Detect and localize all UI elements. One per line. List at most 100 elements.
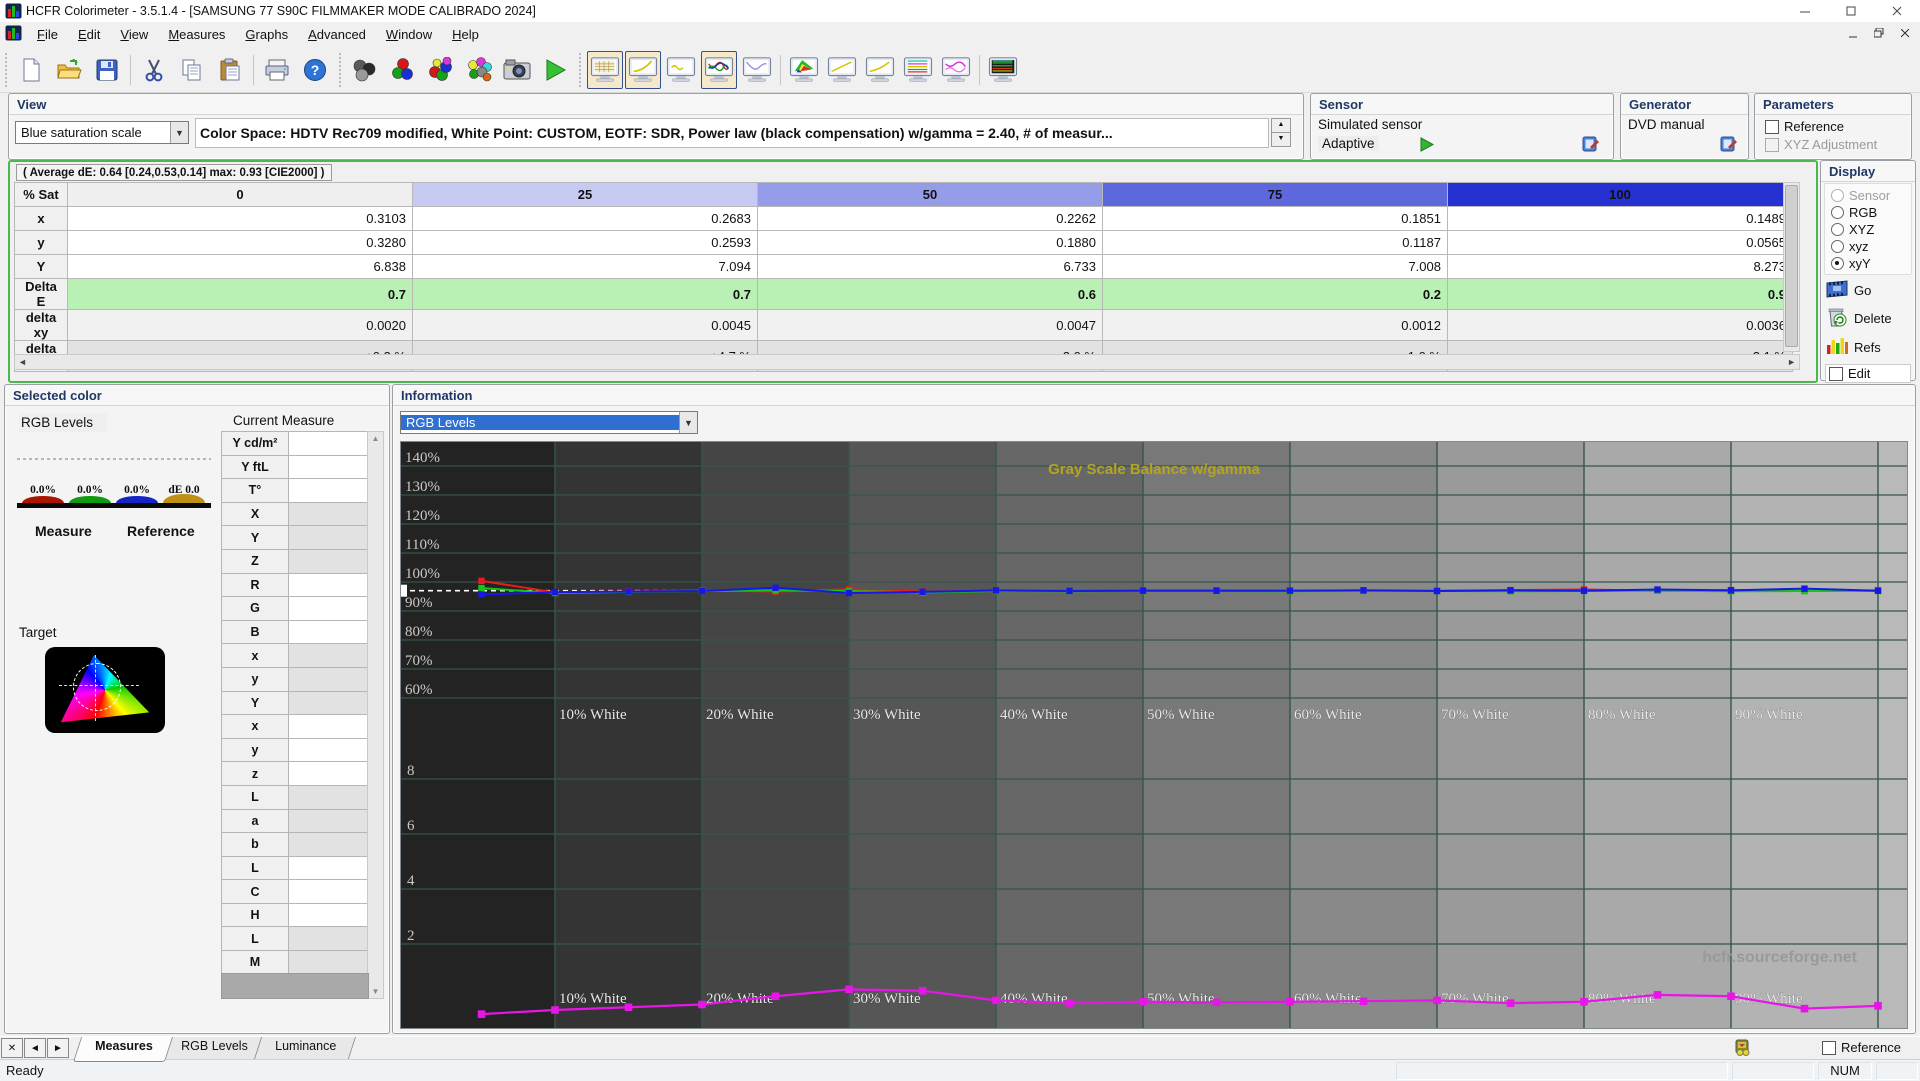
view-lum-line-icon[interactable] (824, 51, 860, 89)
close-button[interactable] (1874, 0, 1920, 22)
info-spinner[interactable]: ▲ ▼ (1271, 118, 1291, 147)
toolbar-grip[interactable] (577, 53, 583, 87)
radio-icon[interactable] (1831, 223, 1844, 236)
copy-icon[interactable] (174, 51, 210, 89)
table-cell[interactable]: 6.733 (758, 255, 1103, 279)
table-cell[interactable]: 6.838 (68, 255, 413, 279)
measure-row-value[interactable] (289, 903, 376, 927)
maximize-button[interactable] (1828, 0, 1874, 22)
edit-checkbox-box[interactable] (1829, 367, 1843, 381)
cut-icon[interactable] (136, 51, 172, 89)
menu-file[interactable]: File (27, 24, 68, 45)
tab-next-icon[interactable]: ► (47, 1038, 69, 1058)
measure-row-value[interactable] (289, 691, 376, 715)
measure-row-value[interactable] (289, 526, 376, 550)
table-vscroll-thumb[interactable] (1785, 185, 1798, 347)
measure-row-value[interactable] (289, 432, 376, 456)
table-cell[interactable]: 0.7 (68, 279, 413, 310)
col-header-0[interactable]: 0 (68, 183, 413, 207)
col-header-25[interactable]: 25 (413, 183, 758, 207)
view-rgb-levels-icon[interactable] (701, 51, 737, 89)
measure-grays-icon[interactable] (347, 51, 383, 89)
table-cell[interactable]: 0.0047 (758, 310, 1103, 341)
table-cell[interactable]: 7.008 (1103, 255, 1448, 279)
measure-row-value[interactable] (289, 809, 376, 833)
measure-row-value[interactable] (289, 620, 376, 644)
display-radio-xyz[interactable]: XYZ (1831, 221, 1905, 238)
scroll-left-icon[interactable]: ◄ (15, 357, 27, 367)
view-cie-icon[interactable] (786, 51, 822, 89)
measure-row-value[interactable] (289, 951, 376, 975)
snapshot-icon[interactable] (499, 51, 535, 89)
menu-measures[interactable]: Measures (158, 24, 235, 45)
table-cell[interactable]: 0.3280 (68, 231, 413, 255)
table-cell[interactable]: 0.0036 (1448, 310, 1793, 341)
menu-advanced[interactable]: Advanced (298, 24, 376, 45)
table-cell[interactable]: 0.1187 (1103, 231, 1448, 255)
table-cell[interactable]: 0.2593 (413, 231, 758, 255)
table-cell[interactable]: 0.7 (413, 279, 758, 310)
graph-type-dropdown[interactable]: RGB Levels ▼ (400, 411, 698, 434)
table-cell[interactable]: 0.1880 (758, 231, 1103, 255)
radio-icon[interactable] (1831, 206, 1844, 219)
measure-secondaries-icon[interactable] (461, 51, 497, 89)
mdi-minimize-icon[interactable] (1842, 24, 1864, 42)
measure-row-value[interactable] (289, 762, 376, 786)
refs-button[interactable]: Refs (1825, 335, 1911, 360)
measure-row-value[interactable] (289, 785, 376, 809)
table-horizontal-scrollbar[interactable]: ◄ ► (14, 354, 1800, 370)
table-vertical-scrollbar[interactable] (1783, 182, 1800, 352)
chevron-down-icon[interactable]: ▼ (679, 412, 697, 433)
open-folder-icon[interactable] (51, 51, 87, 89)
tab-prev-icon[interactable]: ◄ (24, 1038, 46, 1058)
sensor-run-icon[interactable] (1419, 137, 1435, 152)
radio-icon[interactable] (1831, 257, 1844, 270)
measure-row-value[interactable] (289, 738, 376, 762)
table-cell[interactable]: 0.0565 (1448, 231, 1793, 255)
view-gamma-icon[interactable] (625, 51, 661, 89)
mdi-restore-icon[interactable] (1868, 24, 1890, 42)
table-cell[interactable]: 0.2262 (758, 207, 1103, 231)
measure-row-value[interactable] (289, 856, 376, 880)
measure-row-value[interactable] (289, 573, 376, 597)
measure-row-value[interactable] (289, 833, 376, 857)
delete-button[interactable]: Delete (1825, 306, 1911, 331)
col-header-100[interactable]: 100 (1448, 183, 1793, 207)
chevron-down-icon[interactable]: ▼ (170, 122, 188, 143)
table-cell[interactable]: 0.0012 (1103, 310, 1448, 341)
menu-help[interactable]: Help (442, 24, 489, 45)
new-document-icon[interactable] (13, 51, 49, 89)
table-cell[interactable]: 0.0020 (68, 310, 413, 341)
measure-row-value[interactable] (289, 549, 376, 573)
col-header-50[interactable]: 50 (758, 183, 1103, 207)
go-button[interactable]: Go (1825, 279, 1911, 302)
view-saturation-icon[interactable] (938, 51, 974, 89)
scroll-right-icon[interactable]: ► (1787, 357, 1799, 367)
measure-rgb-icon[interactable] (385, 51, 421, 89)
view-colortemp-icon[interactable] (900, 51, 936, 89)
table-cell[interactable]: 0.9 (1448, 279, 1793, 310)
scroll-up-icon[interactable]: ▲ (368, 432, 383, 443)
measure-row-value[interactable] (289, 455, 376, 479)
toolbar-grip[interactable] (337, 53, 343, 87)
display-radio-rgb[interactable]: RGB (1831, 204, 1905, 221)
statusbar-reference-box[interactable] (1822, 1041, 1836, 1055)
reference-checkbox[interactable]: Reference (1765, 119, 1844, 134)
menu-view[interactable]: View (110, 24, 158, 45)
col-header-75[interactable]: 75 (1103, 183, 1448, 207)
paste-icon[interactable] (212, 51, 248, 89)
generator-config-icon[interactable] (1719, 135, 1739, 153)
measure-row-value[interactable] (289, 479, 376, 503)
measure-row-value[interactable] (289, 927, 376, 951)
view-gamma-line-icon[interactable] (862, 51, 898, 89)
table-cell[interactable]: 0.1489 (1448, 207, 1793, 231)
toolbar-grip[interactable] (3, 53, 9, 87)
tab-measures[interactable]: Measures (73, 1037, 173, 1062)
tab-close-icon[interactable]: ✕ (1, 1038, 23, 1058)
scroll-down-icon[interactable]: ▼ (368, 987, 383, 996)
display-radio-xyz[interactable]: xyz (1831, 238, 1905, 255)
edit-checkbox[interactable]: Edit (1825, 364, 1911, 383)
table-cell[interactable]: 0.6 (758, 279, 1103, 310)
table-cell[interactable]: 0.1851 (1103, 207, 1448, 231)
menu-edit[interactable]: Edit (68, 24, 110, 45)
